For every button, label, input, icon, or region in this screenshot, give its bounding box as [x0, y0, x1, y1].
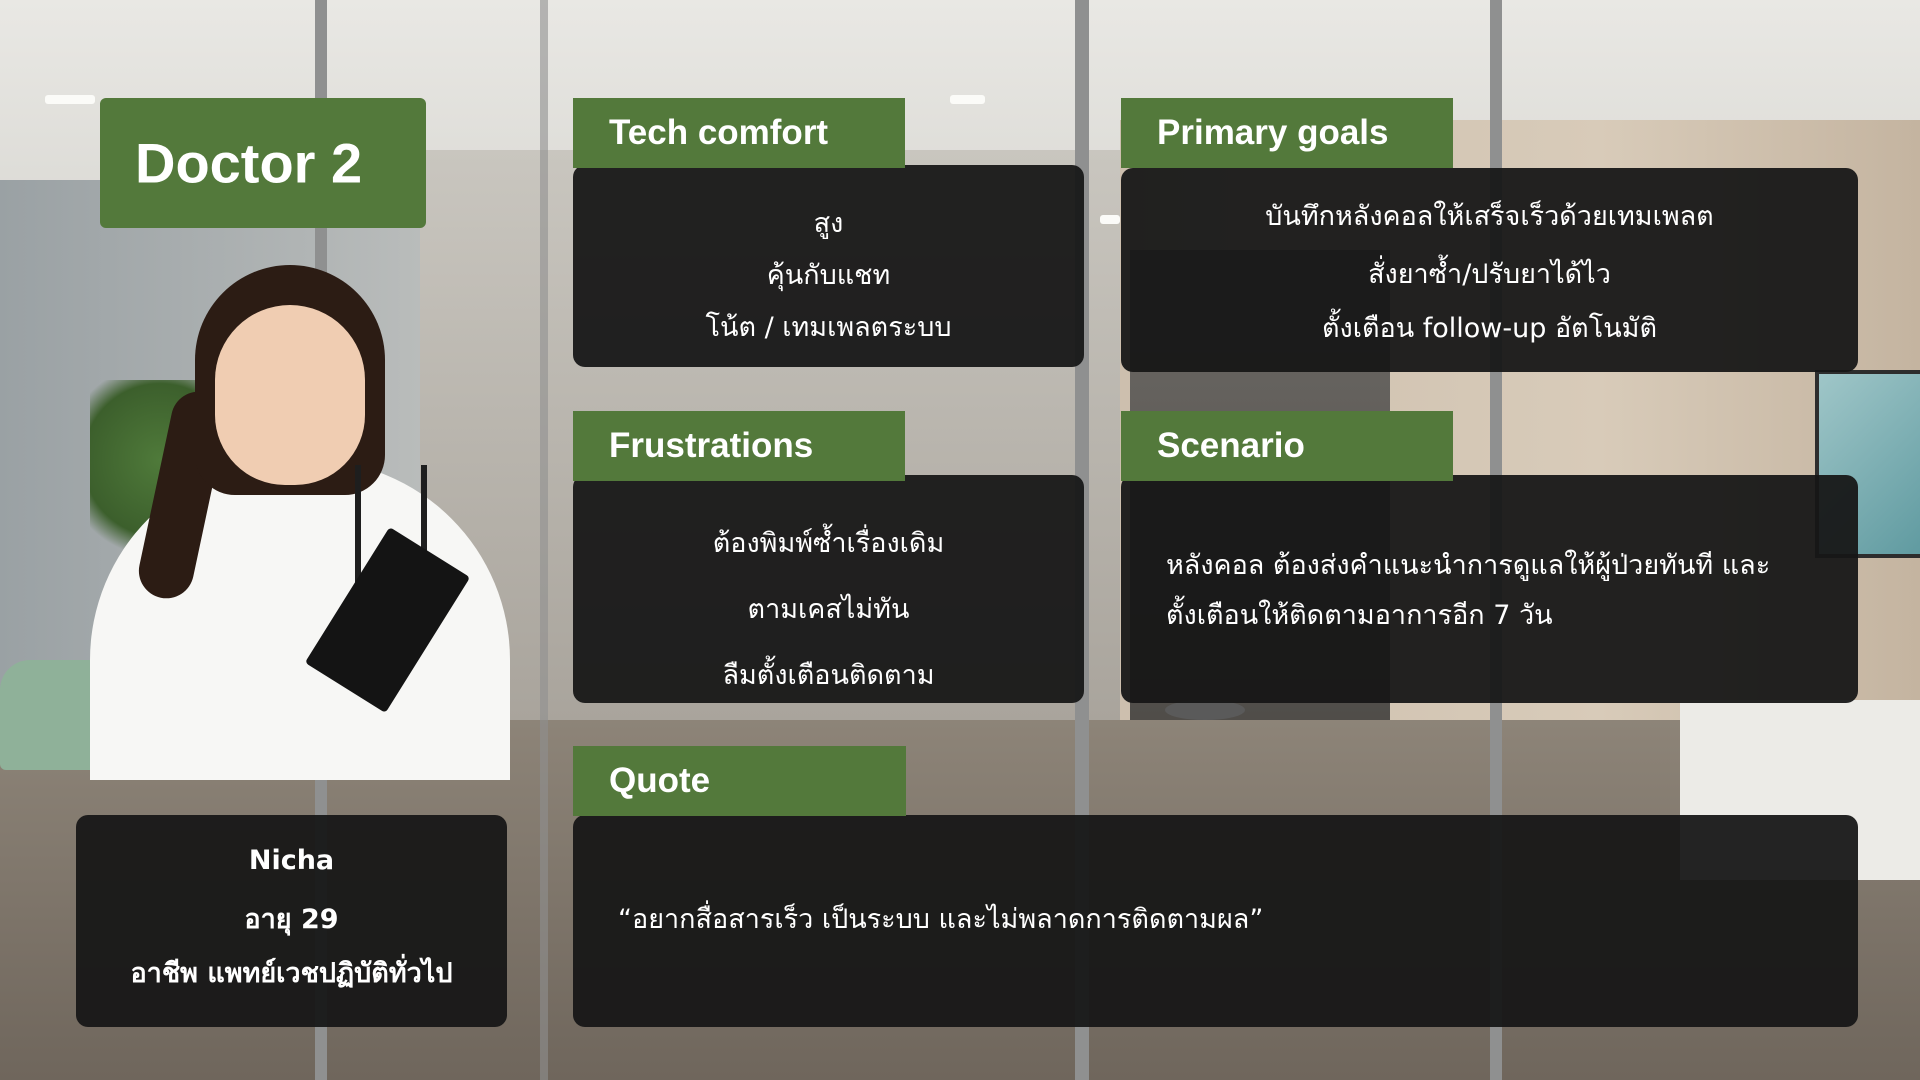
scenario-header: Scenario — [1121, 411, 1453, 481]
quote-panel: “อยากสื่อสารเร็ว เป็นระบบ และไม่พลาดการต… — [573, 815, 1858, 1027]
frustrations-item: ตามเคสไม่ทัน — [747, 594, 910, 625]
profile-card: Nicha อายุ 29 อาชีพ แพทย์เวชปฏิบัติทั่วไ… — [76, 815, 507, 1027]
profile-age: อายุ 29 — [244, 904, 339, 935]
profile-name: Nicha — [248, 845, 335, 876]
frustrations-header: Frustrations — [573, 411, 905, 481]
scenario-line: ตั้งเตือนให้ติดตามอาการอีก 7 วัน — [1166, 600, 1553, 631]
tech-comfort-panel: สูง คุ้นกับแชท โน้ต / เทมเพลตระบบ — [573, 165, 1084, 367]
frustrations-heading: Frustrations — [609, 426, 814, 465]
primary-goals-item: สั่งยาซ้ำ/ปรับยาได้ไว — [1368, 259, 1611, 290]
primary-goals-item: บันทึกหลังคอลให้เสร็จเร็วด้วยเทมเพลต — [1265, 201, 1714, 232]
scenario-line: หลังคอล ต้องส่งคำแนะนำการดูแลให้ผู้ป่วยท… — [1166, 550, 1771, 581]
primary-goals-header: Primary goals — [1121, 98, 1453, 168]
quote-heading: Quote — [609, 761, 711, 800]
stool — [1165, 700, 1245, 720]
tech-comfort-item: สูง — [813, 208, 844, 239]
doctor-portrait — [50, 250, 540, 780]
scenario-panel: หลังคอล ต้องส่งคำแนะนำการดูแลให้ผู้ป่วยท… — [1121, 475, 1858, 703]
quote-text: “อยากสื่อสารเร็ว เป็นระบบ และไม่พลาดการต… — [618, 904, 1264, 935]
frustrations-item: ต้องพิมพ์ซ้ำเรื่องเดิม — [712, 528, 945, 559]
profile-occupation: อาชีพ แพทย์เวชปฏิบัติทั่วไป — [130, 958, 453, 989]
tech-comfort-item: โน้ต / เทมเพลตระบบ — [705, 312, 952, 343]
persona-title-box: Doctor 2 — [100, 98, 426, 228]
frustrations-item: ลืมตั้งเตือนติดตาม — [722, 660, 935, 691]
tech-comfort-item: คุ้นกับแชท — [766, 260, 891, 291]
glass-frame — [540, 0, 548, 1080]
primary-goals-heading: Primary goals — [1157, 113, 1389, 152]
tech-comfort-header: Tech comfort — [573, 98, 905, 168]
frustrations-panel: ต้องพิมพ์ซ้ำเรื่องเดิม ตามเคสไม่ทัน ลืมต… — [573, 475, 1084, 703]
ceiling-light — [45, 95, 95, 104]
persona-title: Doctor 2 — [135, 131, 363, 195]
ceiling-light — [950, 95, 985, 104]
face — [215, 305, 365, 485]
primary-goals-panel: บันทึกหลังคอลให้เสร็จเร็วด้วยเทมเพลต สั่… — [1121, 168, 1858, 372]
ceiling-light — [1100, 215, 1120, 224]
quote-header: Quote — [573, 746, 906, 816]
scenario-heading: Scenario — [1157, 426, 1305, 465]
tech-comfort-heading: Tech comfort — [609, 113, 829, 152]
primary-goals-item: ตั้งเตือน follow-up อัตโนมัติ — [1322, 313, 1657, 344]
